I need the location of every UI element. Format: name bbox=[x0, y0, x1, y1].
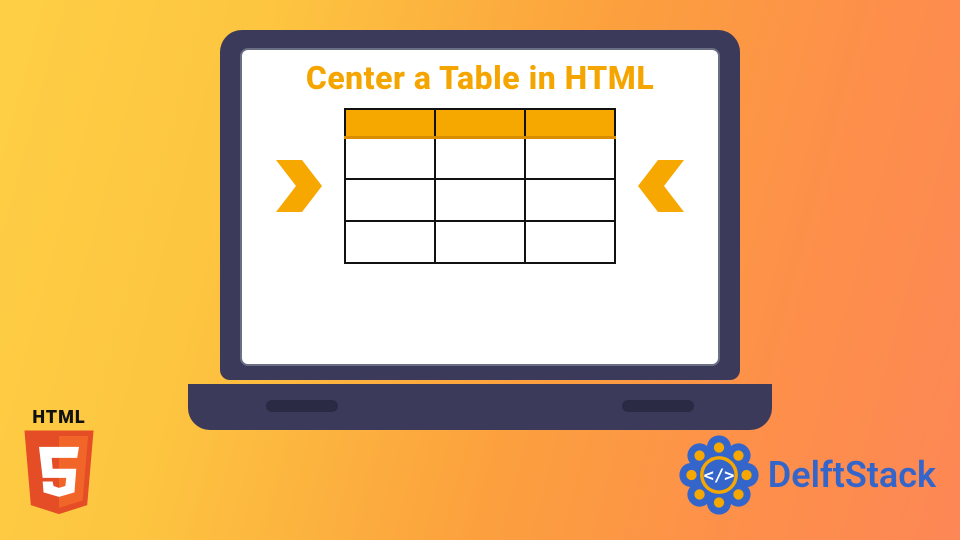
svg-text:</>: </> bbox=[703, 466, 734, 486]
table-row bbox=[345, 137, 615, 179]
html5-badge: HTML bbox=[14, 407, 104, 526]
html5-label: HTML bbox=[14, 407, 104, 428]
vent-icon bbox=[266, 400, 338, 412]
table-header bbox=[525, 109, 615, 137]
chevron-left-icon bbox=[638, 160, 684, 212]
table-header bbox=[345, 109, 435, 137]
table-row bbox=[345, 179, 615, 221]
delftstack-logo: </> DelftStack bbox=[676, 432, 936, 518]
screen: Center a Table in HTML bbox=[240, 48, 720, 366]
chevron-right-icon bbox=[276, 160, 322, 212]
html5-shield-icon bbox=[19, 430, 99, 522]
content-row bbox=[276, 108, 684, 264]
table-row bbox=[345, 221, 615, 263]
laptop-base bbox=[188, 384, 772, 430]
table-header bbox=[435, 109, 525, 137]
delftstack-emblem-icon: </> bbox=[676, 432, 762, 518]
screen-bezel: Center a Table in HTML bbox=[220, 30, 740, 380]
example-table bbox=[344, 108, 616, 264]
page-title: Center a Table in HTML bbox=[306, 58, 654, 98]
delftstack-text: DelftStack bbox=[768, 454, 936, 496]
vent-icon bbox=[622, 400, 694, 412]
laptop-illustration: Center a Table in HTML bbox=[220, 30, 740, 430]
